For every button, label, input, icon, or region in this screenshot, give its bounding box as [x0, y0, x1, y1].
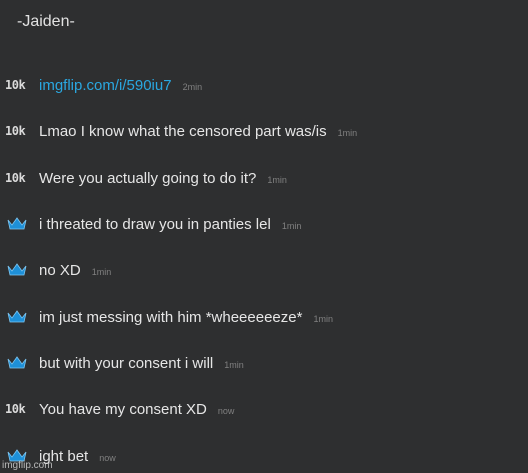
message-text: no XD — [39, 261, 81, 279]
crown-icon — [5, 307, 33, 327]
message-body: im just messing with him *wheeeeeeze* 1mi… — [39, 309, 333, 326]
message-body: but with your consent i will 1min — [39, 355, 244, 372]
user-badge-10k: 10k — [5, 171, 26, 185]
user-badge-10k: 10k — [5, 78, 26, 92]
message-text: You have my consent XD — [39, 400, 207, 418]
message-link[interactable]: imgflip.com/i/590iu7 2min — [39, 77, 202, 94]
chat-title: -Jaiden- — [17, 13, 75, 30]
chat-message: 10k Were you actually going to do it? 1mi… — [0, 166, 528, 190]
chat-message: 10k imgflip.com/i/590iu7 2min — [0, 73, 528, 97]
watermark: imgflip.com — [2, 460, 53, 471]
message-text: but with your consent i will — [39, 354, 214, 372]
message-body: You have my consent XD now — [39, 401, 234, 418]
chat-message: im just messing with him *wheeeeeeze* 1mi… — [0, 305, 528, 329]
chat-message: i threated to draw you in panties lel 1mi… — [0, 212, 528, 236]
message-timestamp: 1min — [281, 220, 302, 231]
message-text: Were you actually going to do it? — [39, 169, 257, 187]
chat-message: no XD 1min — [0, 258, 528, 282]
message-timestamp: 1min — [224, 359, 244, 370]
user-badge-10k: 10k — [5, 124, 26, 138]
chat-message: 10k Lmao I know what the censored part w… — [0, 119, 528, 143]
message-timestamp: 1min — [267, 174, 287, 185]
crown-icon — [5, 214, 33, 234]
message-text: im just messing with him *wheeeeeeze* — [39, 308, 303, 326]
message-text: Lmao I know what the censored part was/i… — [39, 122, 327, 140]
message-timestamp: 1min — [313, 313, 333, 324]
message-body: no XD 1min — [39, 262, 111, 279]
message-body: i threated to draw you in panties lel 1mi… — [39, 216, 301, 233]
message-timestamp: 1min — [91, 266, 112, 277]
user-badge-10k: 10k — [5, 402, 26, 416]
message-text: i threated to draw you in panties lel — [39, 215, 271, 233]
message-timestamp: now — [217, 405, 235, 416]
message-timestamp: 1min — [337, 127, 358, 138]
crown-icon — [5, 353, 33, 373]
crown-icon — [5, 260, 33, 280]
message-body: Were you actually going to do it? 1min — [39, 170, 287, 187]
message-timestamp: now — [99, 452, 116, 463]
message-body: Lmao I know what the censored part was/i… — [39, 123, 357, 140]
chat-message: but with your consent i will 1min — [0, 351, 528, 375]
message-timestamp: 2min — [182, 81, 203, 92]
chat-message: ight bet now — [0, 444, 528, 468]
chat-message: 10k You have my consent XD now — [0, 397, 528, 421]
message-text[interactable]: imgflip.com/i/590iu7 — [39, 77, 172, 94]
